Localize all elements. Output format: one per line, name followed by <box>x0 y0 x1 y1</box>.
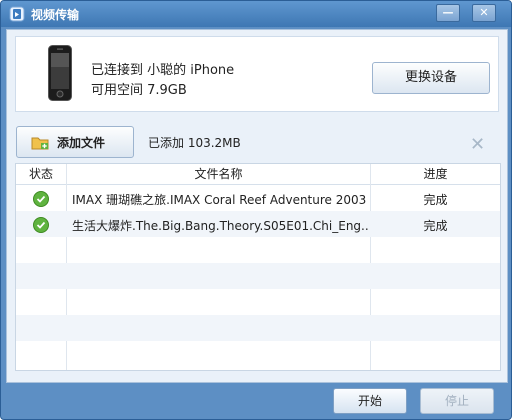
window-title: 视频传输 <box>31 8 80 22</box>
file-name: IMAX 珊瑚礁之旅.IMAX Coral Reef Adventure 200… <box>72 193 368 207</box>
file-progress: 完成 <box>423 219 448 233</box>
empty-row <box>16 263 500 289</box>
start-button[interactable]: 开始 <box>333 388 407 414</box>
added-size-text: 已添加 103.2MB <box>148 136 241 150</box>
available-space: 可用空间 7.9GB <box>91 83 187 98</box>
empty-row <box>16 289 500 315</box>
close-button[interactable]: ✕ <box>472 4 496 22</box>
check-circle-icon <box>33 217 49 233</box>
title-bar[interactable]: 视频传输 — ✕ <box>1 1 511 27</box>
header-file-name[interactable]: 文件名称 <box>67 164 370 184</box>
add-file-button[interactable]: 添加文件 <box>16 126 134 158</box>
file-name: 生活大爆炸.The.Big.Bang.Theory.S05E01.Chi_Eng… <box>72 219 368 233</box>
table-row[interactable]: IMAX 珊瑚礁之旅.IMAX Coral Reef Adventure 200… <box>16 185 500 211</box>
iphone-icon <box>48 45 72 101</box>
clear-list-icon[interactable]: ✕ <box>470 136 485 154</box>
header-status[interactable]: 状态 <box>16 164 66 184</box>
minimize-button[interactable]: — <box>436 4 460 22</box>
add-file-label: 添加文件 <box>57 136 106 150</box>
file-table: 状态 文件名称 进度 IMAX 珊瑚礁之旅.IMAX Coral Reef Ad… <box>15 163 501 371</box>
client-area: 已连接到 小聪的 iPhone 可用空间 7.9GB 更换设备 添加文件 已添加… <box>6 29 508 383</box>
add-folder-icon <box>31 137 49 150</box>
empty-row <box>16 237 500 263</box>
device-name: 已连接到 小聪的 iPhone <box>91 63 235 78</box>
header-progress[interactable]: 进度 <box>371 164 500 184</box>
stop-button[interactable]: 停止 <box>420 388 494 414</box>
device-panel: 已连接到 小聪的 iPhone 可用空间 7.9GB 更换设备 <box>15 36 499 112</box>
video-transfer-window: 视频传输 — ✕ 已连接到 小聪的 iPhone 可用空间 7.9GB 更换设备 <box>0 0 512 420</box>
empty-row <box>16 315 500 341</box>
table-row[interactable]: 生活大爆炸.The.Big.Bang.Theory.S05E01.Chi_Eng… <box>16 211 500 237</box>
app-icon <box>9 6 25 22</box>
empty-row <box>16 341 500 367</box>
change-device-button[interactable]: 更换设备 <box>372 62 490 94</box>
table-header: 状态 文件名称 进度 <box>16 164 500 185</box>
check-circle-icon <box>33 191 49 207</box>
file-progress: 完成 <box>423 193 448 207</box>
